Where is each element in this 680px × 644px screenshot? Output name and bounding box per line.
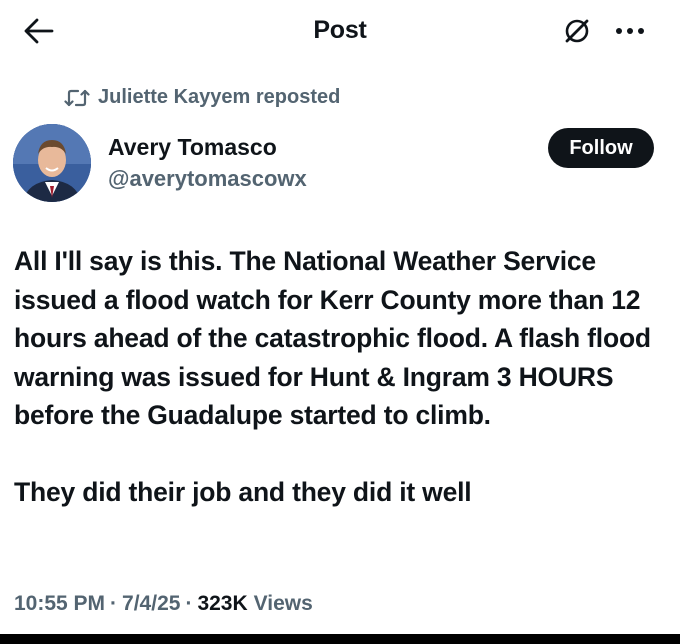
more-horizontal-icon xyxy=(616,28,644,34)
avatar[interactable] xyxy=(13,124,91,202)
repost-label: Juliette Kayyem reposted xyxy=(98,86,341,108)
grok-icon xyxy=(565,19,589,43)
post-text: All I'll say is this. The National Weath… xyxy=(14,246,651,507)
follow-button[interactable]: Follow xyxy=(548,128,654,168)
grok-button[interactable] xyxy=(560,14,594,48)
bottom-edge xyxy=(0,634,680,644)
post-time: 10:55 PM xyxy=(14,592,106,615)
repost-icon xyxy=(64,87,90,109)
views-count: 323K xyxy=(197,592,248,615)
views-label: Views xyxy=(253,592,313,615)
author-handle[interactable]: @averytomascowx xyxy=(108,166,307,192)
meta-separator: · xyxy=(185,592,193,615)
top-bar: Post xyxy=(0,0,680,64)
author-name[interactable]: Avery Tomasco xyxy=(108,134,277,161)
views-link[interactable]: 323K Views xyxy=(197,592,312,616)
post-date: 7/4/25 xyxy=(122,592,181,615)
more-options-button[interactable] xyxy=(610,14,650,48)
post-meta: 10:55 PM · 7/4/25 · 323K Views xyxy=(14,592,313,616)
repost-context[interactable]: Juliette Kayyem reposted xyxy=(64,86,340,109)
meta-separator: · xyxy=(110,592,118,615)
